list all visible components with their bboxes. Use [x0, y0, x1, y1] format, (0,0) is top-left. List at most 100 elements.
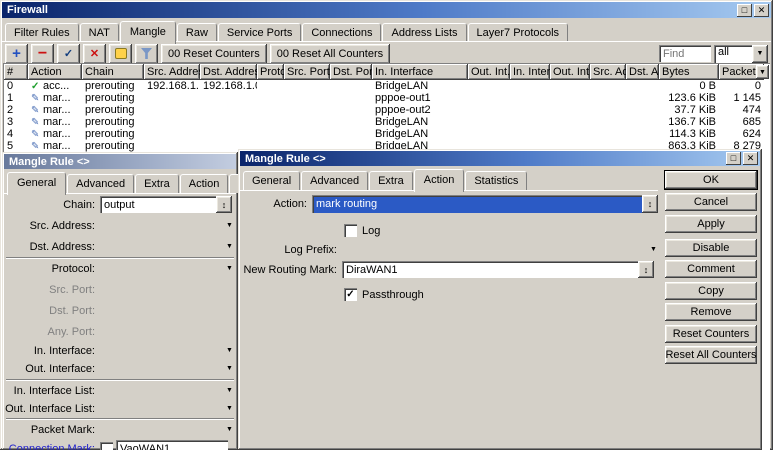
log-prefix-dropdown-icon[interactable]: ▼	[647, 243, 660, 256]
in-interface-dropdown-icon[interactable]: ▼	[223, 344, 236, 357]
action-field-row: Action: mark routing ↕	[240, 195, 664, 212]
cell-action: ✎mar...	[28, 140, 82, 152]
d2-tab-action[interactable]: Action	[414, 169, 465, 192]
maximize-button[interactable]: □	[737, 4, 752, 17]
d1-tab-statistics[interactable]: Statistics	[229, 174, 238, 193]
enable-button[interactable]: ✓	[57, 44, 80, 64]
tab-filter-rules[interactable]: Filter Rules	[5, 23, 79, 42]
firewall-titlebar[interactable]: Firewall □ ✕	[2, 2, 771, 18]
reset-counters-button[interactable]: 00 Reset Counters	[161, 44, 267, 64]
col-src-address-list[interactable]: Src. Ad...	[590, 64, 626, 80]
d1-tab-extra[interactable]: Extra	[135, 174, 179, 193]
table-row[interactable]: 3 ✎mar... prerouting BridgeLAN 136.7 KiB…	[4, 116, 764, 128]
col-in-interface-list[interactable]: In. Inter...	[510, 64, 550, 80]
general-dialog-titlebar[interactable]: Mangle Rule <>	[4, 154, 236, 169]
filter-button[interactable]	[135, 44, 158, 64]
col-dst-address-list[interactable]: Dst. Ad...	[626, 64, 659, 80]
log-checkbox[interactable]	[344, 224, 357, 237]
tab-raw[interactable]: Raw	[177, 23, 217, 42]
dst-address-dropdown-icon[interactable]: ▼	[223, 240, 236, 253]
in-interface-label: In. Interface:	[4, 345, 100, 357]
col-out-interface[interactable]: Out. Int...	[468, 64, 510, 80]
table-row[interactable]: 2 ✎mar... prerouting pppoe-out2 37.7 KiB…	[4, 104, 764, 116]
filter-scope-select[interactable]: all ▼	[714, 45, 768, 63]
remove-button[interactable]: Remove	[665, 303, 757, 321]
table-row[interactable]: 0 ✓acc... prerouting 192.168.1.... 192.1…	[4, 80, 764, 92]
packet-mark-dropdown-icon[interactable]: ▼	[223, 423, 236, 436]
add-button[interactable]: +	[5, 44, 28, 64]
chain-updown-icon[interactable]: ↕	[216, 196, 232, 213]
connection-mark-not-checkbox[interactable]	[100, 442, 113, 450]
dialog-close-button[interactable]: ✕	[743, 152, 758, 165]
col-dst-port[interactable]: Dst. Port	[330, 64, 372, 80]
tab-nat[interactable]: NAT	[80, 23, 119, 42]
dialog-reset-all-counters-button[interactable]: Reset All Counters	[665, 346, 757, 364]
chain-select[interactable]	[100, 196, 216, 213]
tab-address-lists[interactable]: Address Lists	[382, 23, 466, 42]
col-protocol[interactable]: Proto...	[257, 64, 284, 80]
col-bytes[interactable]: Bytes	[659, 64, 719, 80]
in-interface-list-dropdown-icon[interactable]: ▼	[223, 384, 236, 397]
dialog-maximize-button[interactable]: □	[726, 152, 741, 165]
ok-button[interactable]: OK	[665, 171, 757, 189]
comment-button[interactable]	[109, 44, 132, 64]
dialog-reset-counters-button[interactable]: Reset Counters	[665, 325, 757, 343]
separator	[6, 257, 234, 259]
connection-mark-input[interactable]	[116, 440, 228, 450]
src-address-dropdown-icon[interactable]: ▼	[223, 219, 236, 232]
action-dialog-titlebar[interactable]: Mangle Rule <> □ ✕	[240, 151, 760, 166]
disable-rule-button[interactable]: Disable	[665, 239, 757, 257]
tab-layer7-protocols[interactable]: Layer7 Protocols	[468, 23, 569, 42]
protocol-dropdown-icon[interactable]: ▼	[223, 262, 236, 275]
action-updown-icon[interactable]: ↕	[642, 195, 658, 213]
comment-rule-button[interactable]: Comment	[665, 260, 757, 278]
passthrough-checkbox[interactable]: ✓	[344, 288, 357, 301]
column-options-dropdown-icon[interactable]: ▼	[756, 65, 769, 79]
d2-tab-advanced[interactable]: Advanced	[301, 171, 368, 190]
reset-all-counters-button[interactable]: 00 Reset All Counters	[270, 44, 390, 64]
tab-service-ports[interactable]: Service Ports	[218, 23, 301, 42]
mark-icon: ✎	[31, 141, 43, 152]
table-row[interactable]: 1 ✎mar... prerouting pppoe-out1 123.6 Ki…	[4, 92, 764, 104]
src-port-field-row: Src. Port:	[4, 281, 236, 298]
any-port-field-row: Any. Port:	[4, 323, 236, 340]
tab-connections[interactable]: Connections	[302, 23, 381, 42]
out-interface-list-dropdown-icon[interactable]: ▼	[223, 402, 236, 415]
d1-tab-general[interactable]: General	[7, 172, 66, 195]
cancel-button[interactable]: Cancel	[665, 193, 757, 211]
tab-mangle[interactable]: Mangle	[120, 21, 176, 44]
col-src-address[interactable]: Src. Address	[144, 64, 200, 80]
find-input[interactable]	[659, 45, 711, 62]
filter-scope-dropdown-icon[interactable]: ▼	[752, 45, 768, 63]
d2-tab-statistics[interactable]: Statistics	[465, 171, 527, 190]
col-number[interactable]: #	[4, 64, 28, 80]
d2-tab-general[interactable]: General	[243, 171, 300, 190]
d2-tab-extra[interactable]: Extra	[369, 171, 413, 190]
col-out-interface-list[interactable]: Out. Int...	[550, 64, 590, 80]
new-routing-mark-updown-icon[interactable]: ↕	[638, 261, 654, 278]
out-interface-dropdown-icon[interactable]: ▼	[223, 362, 236, 375]
action-select[interactable]: mark routing	[312, 195, 642, 213]
cell-action: ✎mar...	[28, 128, 82, 140]
src-address-field-row: Src. Address: ▼	[4, 217, 236, 234]
d1-tab-action[interactable]: Action	[180, 174, 229, 193]
copy-button[interactable]: Copy	[665, 282, 757, 300]
col-src-port[interactable]: Src. Port	[284, 64, 330, 80]
remove-button[interactable]: −	[31, 44, 54, 64]
close-button[interactable]: ✕	[754, 4, 769, 17]
col-in-interface[interactable]: In. Interface	[372, 64, 468, 80]
cell-in-interface: BridgeLAN	[372, 128, 468, 140]
cell-chain: prerouting	[82, 92, 144, 104]
apply-button[interactable]: Apply	[665, 215, 757, 233]
d1-tab-advanced[interactable]: Advanced	[67, 174, 134, 193]
filter-funnel-icon	[141, 48, 152, 59]
col-action[interactable]: Action	[28, 64, 82, 80]
col-dst-address[interactable]: Dst. Address	[200, 64, 257, 80]
new-routing-mark-input[interactable]	[342, 261, 638, 278]
filter-scope-value: all	[714, 45, 752, 63]
cell-dst-address: 192.168.1.0/...	[200, 80, 257, 92]
disable-button[interactable]: ✕	[83, 44, 106, 64]
col-chain[interactable]: Chain	[82, 64, 144, 80]
out-interface-label: Out. Interface:	[4, 363, 100, 375]
table-row[interactable]: 4 ✎mar... prerouting BridgeLAN 114.3 KiB…	[4, 128, 764, 140]
